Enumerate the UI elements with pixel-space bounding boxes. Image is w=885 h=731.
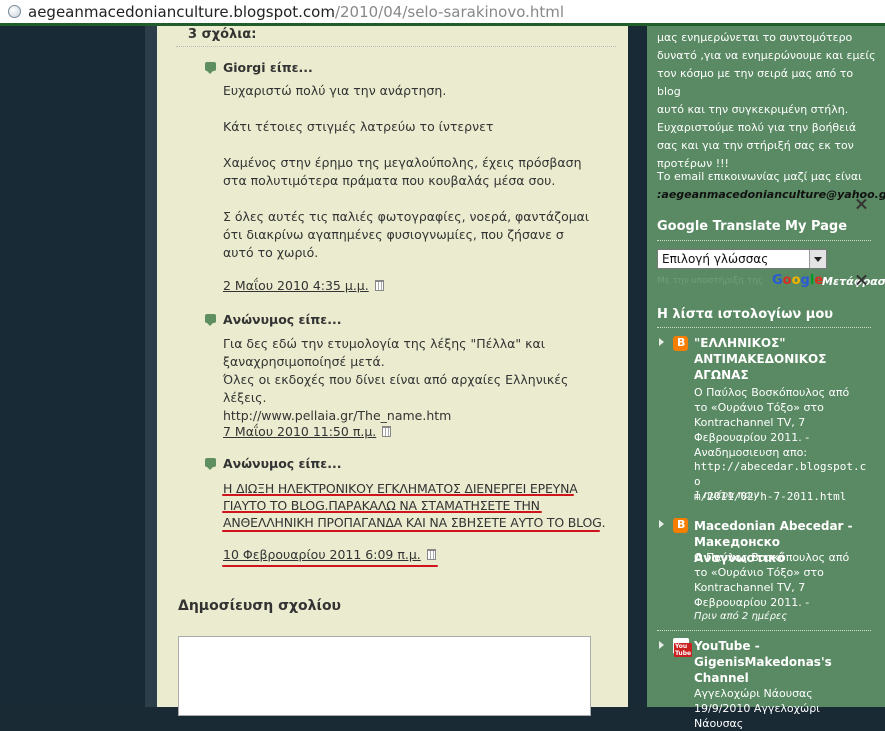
blogger-icon xyxy=(673,518,688,533)
url-text[interactable]: aegeanmacedonianculture.blogspot.com/201… xyxy=(28,3,564,21)
youtube-icon-label: You Tube xyxy=(674,643,693,657)
comment-icon xyxy=(205,458,216,470)
email-label: Το email επικοινωνίας μαζί μας είναι xyxy=(657,170,862,183)
snippet-line: Αγγελοχώρι Νάουσας xyxy=(694,687,813,700)
comment-icon xyxy=(205,62,216,74)
powered-by-text: Με την υποστήριξη της xyxy=(657,276,764,286)
comment-date-link[interactable]: 10 Φεβρουαρίου 2011 6:09 π.μ. xyxy=(223,547,436,562)
post-comment-heading: Δημοσίευση σχολίου xyxy=(178,598,342,614)
snippet-line: Φεβρουαρίου 2011. - xyxy=(694,596,810,609)
snippet-line: Αναδημοσιευση απο: xyxy=(694,446,808,459)
comment-author[interactable]: Giorgi είπε... xyxy=(223,60,313,75)
url-path: /2010/04/selo-sarakinovo.html xyxy=(334,3,565,21)
comment-paragraph: Κάτι τέτοιες στιγμές λατρεύω το ίντερνετ xyxy=(223,119,494,134)
intro-line: σας και για την στήριξή σας εκ τον xyxy=(657,139,854,152)
comment-line: ΑΝΘΕΛΛΗΝΙΚΗ ΠΡΟΠΑΓΑΝΔΑ ΚΑΙ ΝΑ ΣΒΗΣΕΤΕ ΑΥ… xyxy=(223,515,606,530)
snippet-line: Kontrachannel TV, 7 xyxy=(694,581,806,594)
blog-title-line: Macedonian Abecedar - xyxy=(694,519,853,533)
comment-textarea[interactable] xyxy=(178,636,591,716)
comment-body: Η ΔΙΩΞΗ ΗΛΕΚΤΡΟΝΙΚΟΥ ΕΓΚΛΗΜΑΤΟΣ ΔΙΕΝΕΡΓΕ… xyxy=(223,480,618,531)
blog-title-link[interactable]: "ΕΛΛΗΝΙΚΟΣ" ΑΝΤΙΜΑΚΕΔΟΝΙΚΟΣ ΑΓΩΝΑΣ xyxy=(694,335,869,383)
intro-line: Ευχαριστούμε πολύ για την βοήθειά xyxy=(657,121,857,134)
sidebar-intro: μας ενημερώνεται το συντομότερο δυνατό ,… xyxy=(657,29,877,173)
youtube-icon: You Tube xyxy=(673,638,693,657)
comment-line: Για δες εδώ την ετυμολογία της λέξης "Πέ… xyxy=(223,336,545,351)
comment-date: 10 Φεβρουαρίου 2011 6:09 π.μ. xyxy=(223,547,421,562)
url-domain: aegeanmacedonianculture.blogspot.com xyxy=(28,3,335,21)
comment-line: ξαναχρησιμοποίησέ μετά. xyxy=(223,354,385,369)
comment-line: http://www.pellaia.gr/The_name.htm xyxy=(223,408,452,423)
blog-snippet: Ο Παύλος Βοσκόπουλος από το «Ουράνιο Τόξ… xyxy=(694,550,869,610)
snippet-line: Kontrachannel TV, 7 xyxy=(694,416,806,429)
snippet-line: Ο Παύλος Βοσκόπουλος από xyxy=(694,551,850,564)
trash-icon[interactable] xyxy=(374,280,384,291)
intro-line: αυτό και την συγκεκριμένη στήλη. xyxy=(657,103,849,116)
blog-title-line: Channel xyxy=(694,671,749,685)
blog-title-link[interactable]: YouTube - GigenisMakedonas's Channel xyxy=(694,638,869,686)
comment-icon xyxy=(205,314,216,326)
blog-title-line: ΑΝΤΙΜΑΚΕΔΟΝΙΚΟΣ xyxy=(694,352,827,366)
annotation-underline xyxy=(222,565,438,567)
column-gap xyxy=(628,26,647,707)
trash-icon[interactable] xyxy=(426,549,436,560)
translate-heading: Google Translate My Page xyxy=(657,219,848,234)
globe-icon xyxy=(8,5,21,18)
blog-title-line: GigenisMakedonas's xyxy=(694,655,832,669)
blog-snippet: Αγγελοχώρι Νάουσας 19/9/2010 Αγγελοχώρι … xyxy=(694,686,869,731)
blog-time-ago: Πριν από 2 ημέρες xyxy=(694,611,788,622)
bullet-arrow-icon xyxy=(659,520,664,528)
intro-line: δυνατό ,για να ενημερώνουμε και εμείς xyxy=(657,49,876,62)
snippet-line: το «Ουράνιο Τόξο» στο xyxy=(694,566,824,579)
comment-date-link[interactable]: 2 Μαΐου 2010 4:35 μ.μ. xyxy=(223,278,384,293)
divider xyxy=(176,46,616,48)
snippet-line: 19/9/2010 Αγγελοχώρι Νάουσας xyxy=(694,702,820,730)
blog-title-line: ΑΓΩΝΑΣ xyxy=(694,368,749,382)
comment-body: Ευχαριστώ πολύ για την ανάρτηση. Κάτι τέ… xyxy=(223,82,593,262)
bloglist-heading: Η λίστα ιστολογίων μου xyxy=(657,307,834,322)
blogger-icon xyxy=(673,336,688,351)
divider xyxy=(657,240,871,242)
blog-title-line: "ΕΛΛΗΝΙΚΟΣ" xyxy=(694,336,786,350)
snippet-line: το «Ουράνιο Τόξο» στο xyxy=(694,401,824,414)
divider xyxy=(657,630,871,632)
intro-line: τον κόσμο με την σειρά μας από το blog xyxy=(657,67,854,98)
comment-body: Για δες εδώ την ετυμολογία της λέξης "Πέ… xyxy=(223,335,613,425)
google-logo: Google xyxy=(772,273,824,288)
comment-author[interactable]: Ανώνυμος είπε... xyxy=(223,312,341,327)
snippet-line: Ο Παύλος Βοσκόπουλος από xyxy=(694,386,850,399)
comment-paragraph: Ευχαριστώ πολύ για την ανάρτηση. xyxy=(223,83,447,98)
comments-heading: 3 σχόλια: xyxy=(188,27,257,42)
comment-line: Όλες οι εκδοχές που δίνει είναι από αρχα… xyxy=(223,372,569,405)
language-select[interactable]: Επιλογή γλώσσας xyxy=(657,249,827,269)
address-bar[interactable]: aegeanmacedonianculture.blogspot.com/201… xyxy=(0,0,885,26)
url-line: http://abecedar.blogspot.co xyxy=(694,460,867,488)
comment-date-link[interactable]: 7 Μαΐου 2010 11:50 π.μ. xyxy=(223,424,392,439)
language-select-value: Επιλογή γλώσσας xyxy=(662,252,769,266)
comment-paragraph: Χαμένος στην έρημο της μεγαλούπολης, έχε… xyxy=(223,155,582,188)
annotation-underline xyxy=(222,511,542,513)
divider xyxy=(657,327,871,329)
chevron-down-icon[interactable] xyxy=(809,250,826,268)
bullet-arrow-icon xyxy=(659,338,664,346)
annotation-underline xyxy=(222,494,574,496)
intro-line: μας ενημερώνεται το συντομότερο xyxy=(657,31,853,44)
email-address: :aegeanmacedonianculture@yahoo.gr xyxy=(657,188,885,201)
trash-icon[interactable] xyxy=(382,426,392,437)
comment-date: 2 Μαΐου 2010 4:35 μ.μ. xyxy=(223,278,369,293)
edit-tool-icon[interactable] xyxy=(854,273,868,287)
blog-time-ago: 1 ημέρα πριν xyxy=(694,490,760,501)
comment-author[interactable]: Ανώνυμος είπε... xyxy=(223,456,341,471)
blog-title-line: YouTube - xyxy=(694,639,760,653)
bullet-arrow-icon xyxy=(659,641,664,649)
left-background xyxy=(0,26,145,707)
annotation-underline xyxy=(222,530,600,532)
blog-snippet: Ο Παύλος Βοσκόπουλος από το «Ουράνιο Τόξ… xyxy=(694,385,869,460)
edit-tool-icon[interactable] xyxy=(854,197,868,211)
comment-paragraph: Σ όλες αυτές τις παλιές φωτογραφίες, νοε… xyxy=(223,209,590,260)
comment-date: 7 Μαΐου 2010 11:50 π.μ. xyxy=(223,424,377,439)
snippet-line: Φεβρουαρίου 2011. - xyxy=(694,431,810,444)
